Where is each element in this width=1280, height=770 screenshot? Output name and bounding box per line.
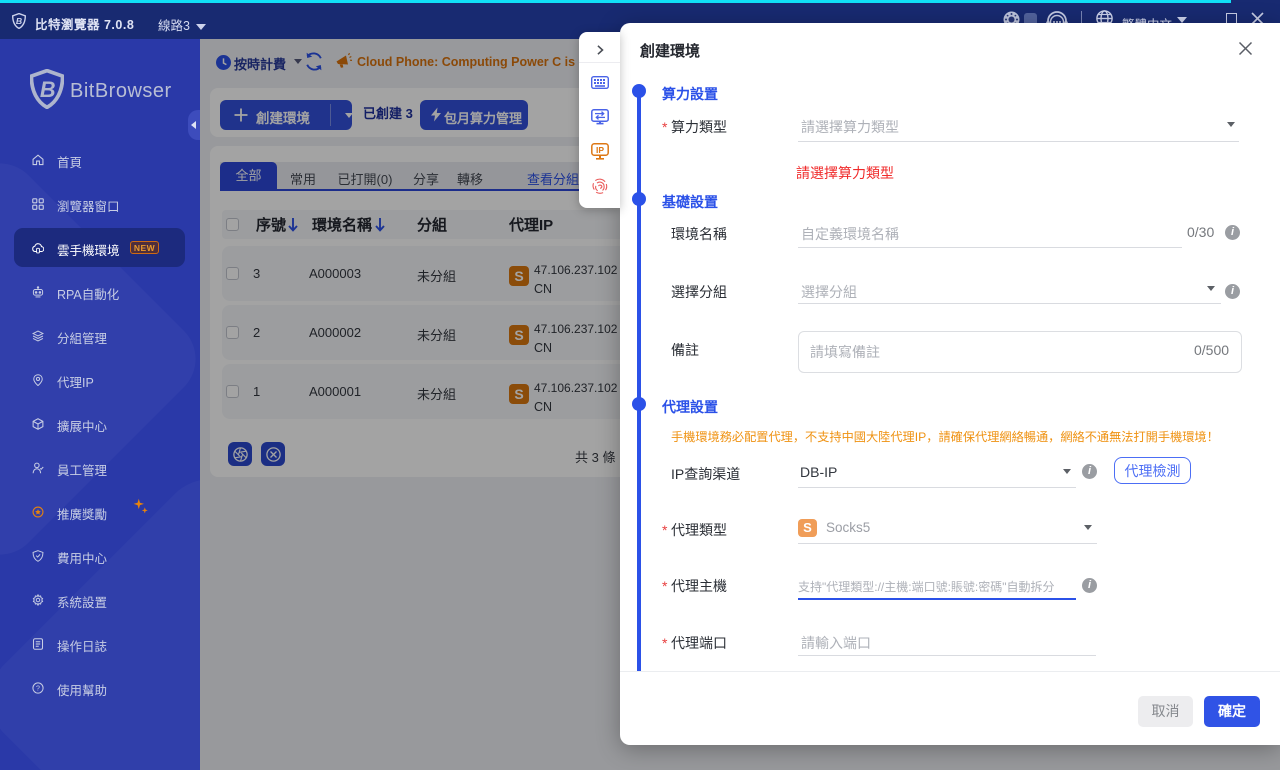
svg-text:B: B xyxy=(40,77,56,102)
svg-text:B: B xyxy=(16,16,22,26)
svg-text:?: ? xyxy=(36,685,40,692)
svg-text:IP: IP xyxy=(595,145,603,155)
